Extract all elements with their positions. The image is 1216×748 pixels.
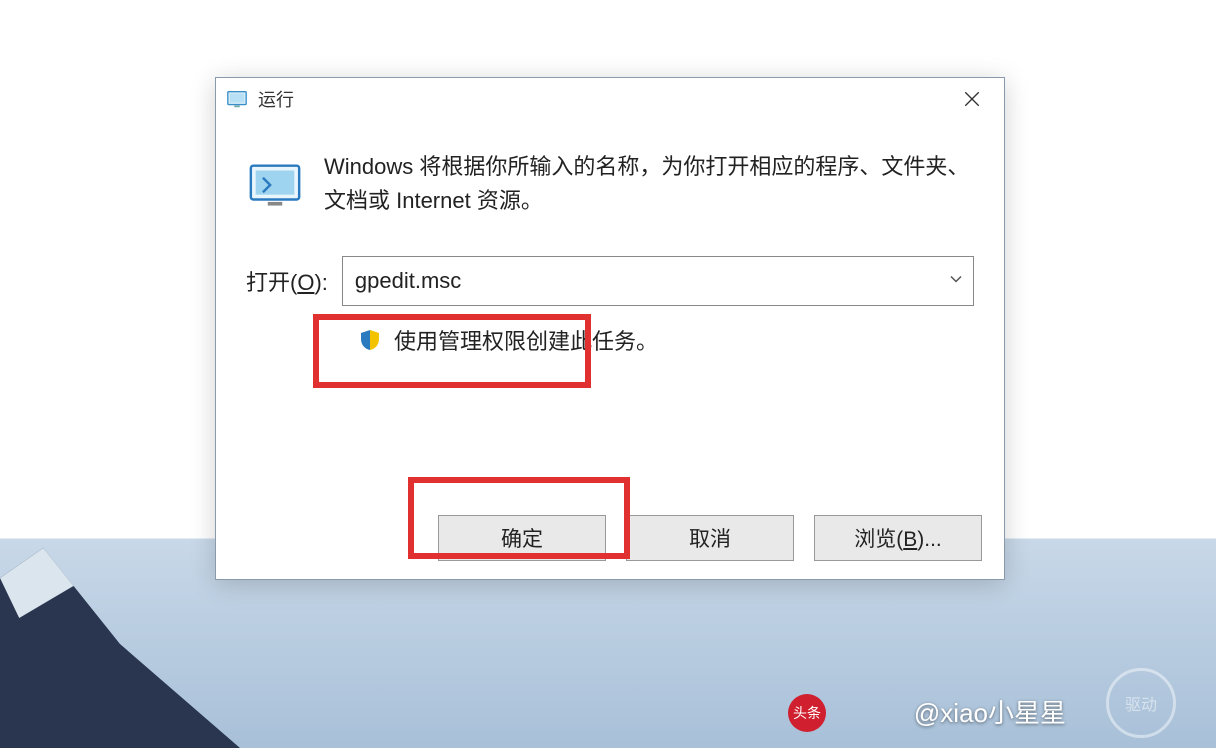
ok-button[interactable]: 确定: [438, 515, 606, 561]
watermark-avatar: 头条: [788, 694, 826, 732]
close-icon: [963, 90, 981, 108]
description-row: Windows 将根据你所输入的名称，为你打开相应的程序、文件夹、文档或 Int…: [216, 120, 1004, 228]
input-row: 打开(O):: [216, 228, 1004, 306]
shield-icon: [358, 328, 382, 352]
wallpaper-mountain: [0, 548, 240, 748]
button-row: 确定 取消 浏览(B)...: [438, 515, 982, 561]
run-icon: [226, 88, 248, 110]
run-dialog: 运行 Windows 将根据你所输入的名称，为你打开相应的程序、文件夹、文档或 …: [215, 77, 1005, 580]
description-text: Windows 将根据你所输入的名称，为你打开相应的程序、文件夹、文档或 Int…: [324, 150, 974, 218]
open-label: 打开(O):: [246, 265, 328, 297]
browse-button[interactable]: 浏览(B)...: [814, 515, 982, 561]
watermark-text: @xiao小星星: [914, 693, 1066, 730]
watermark-badge: 驱动: [1106, 668, 1176, 738]
admin-note-row: 使用管理权限创建此任务。: [216, 306, 1004, 356]
cancel-button[interactable]: 取消: [626, 515, 794, 561]
run-large-icon: [246, 156, 304, 214]
open-input[interactable]: [342, 256, 974, 306]
close-button[interactable]: [950, 83, 994, 115]
titlebar: 运行: [216, 78, 1004, 120]
open-combobox[interactable]: [342, 256, 974, 306]
admin-note-text: 使用管理权限创建此任务。: [394, 324, 658, 356]
dialog-title: 运行: [258, 86, 950, 112]
